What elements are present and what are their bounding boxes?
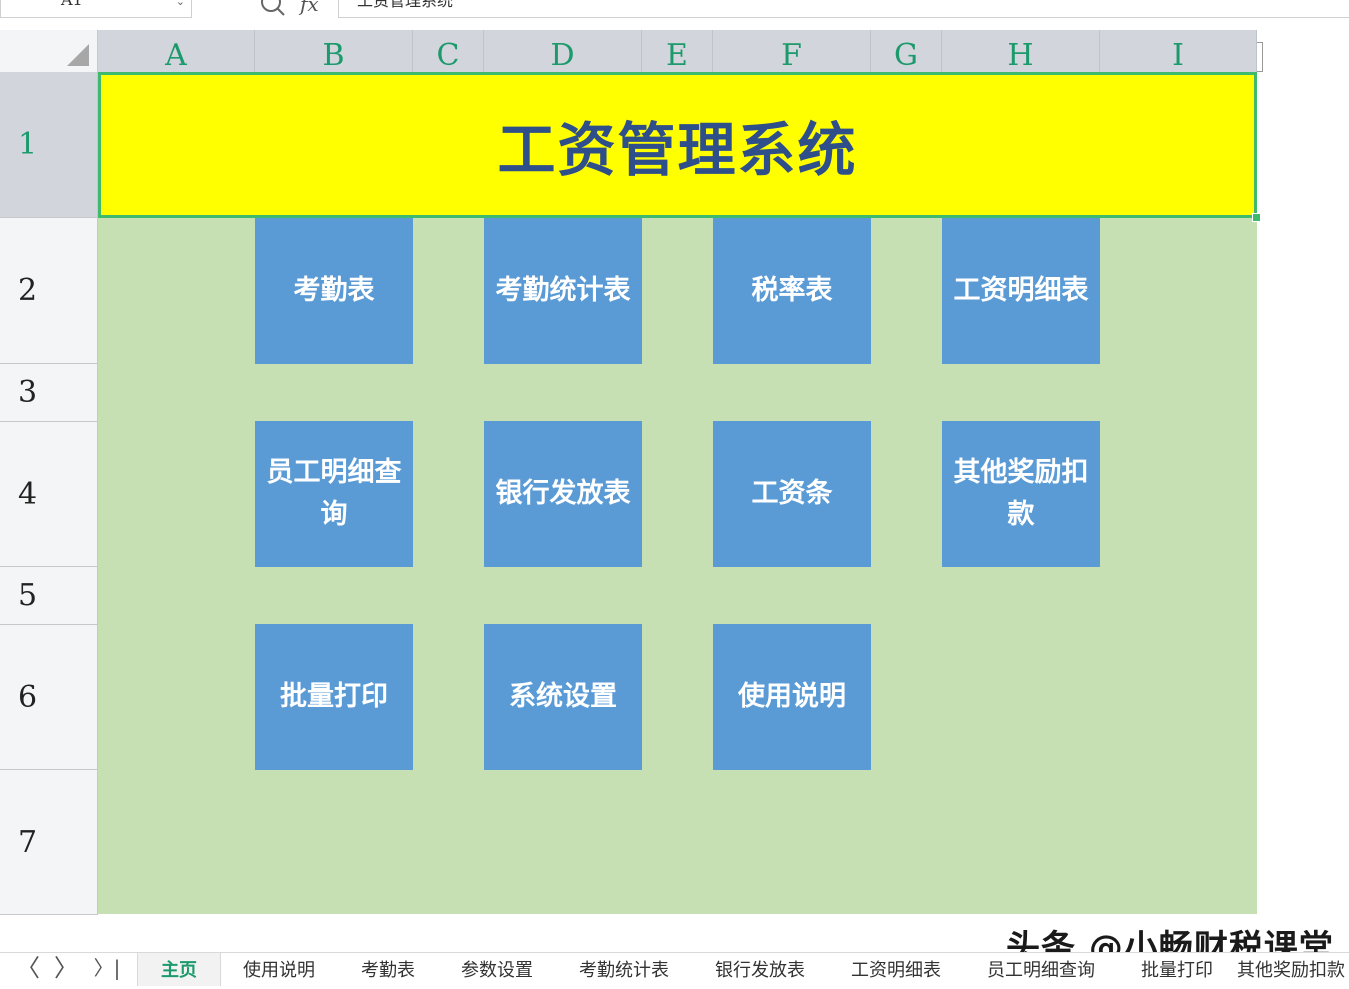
formula-bar: A1 ⌄ fx 工资管理系统 — [0, 0, 1349, 30]
last-sheet-icon[interactable]: 〉| — [90, 953, 124, 986]
tab-salary-detail[interactable]: 工资明细表 — [851, 953, 941, 986]
column-header-c[interactable]: C — [413, 30, 484, 73]
tab-batch-print[interactable]: 批量打印 — [1141, 953, 1213, 986]
column-header-e[interactable]: E — [642, 30, 713, 73]
tile-employee-query[interactable]: 员工明细查询 — [255, 421, 413, 567]
column-resize-edge[interactable] — [1257, 42, 1263, 72]
name-box-value: A1 — [61, 0, 83, 9]
tile-attendance[interactable]: 考勤表 — [255, 218, 413, 364]
tile-tax-rate[interactable]: 税率表 — [713, 218, 871, 364]
tile-system-settings[interactable]: 系统设置 — [484, 624, 642, 770]
tile-batch-print[interactable]: 批量打印 — [255, 624, 413, 770]
column-header-i[interactable]: I — [1100, 30, 1257, 73]
column-header-b[interactable]: B — [255, 30, 413, 73]
formula-input[interactable]: 工资管理系统 — [338, 0, 1349, 18]
tab-other-bonus-deduction[interactable]: 其他奖励扣款 — [1237, 953, 1345, 986]
row-header-1[interactable]: 1 — [0, 72, 98, 218]
row-header-3[interactable]: 3 — [0, 364, 98, 422]
column-header-g[interactable]: G — [871, 30, 942, 73]
select-all-icon — [67, 44, 89, 66]
row-header-5[interactable]: 5 — [0, 567, 98, 625]
column-header-d[interactable]: D — [484, 30, 642, 73]
tile-salary-detail[interactable]: 工资明细表 — [942, 218, 1100, 364]
sheet-tab-bar: 〈 〉 〉| 主页 使用说明 考勤表 参数设置 考勤统计表 银行发放表 工资明细… — [0, 952, 1349, 986]
tile-other-bonus-deduction[interactable]: 其他奖励扣款 — [942, 421, 1100, 567]
tab-instructions[interactable]: 使用说明 — [243, 953, 315, 986]
zoom-icon[interactable] — [258, 0, 286, 18]
column-header-f[interactable]: F — [713, 30, 871, 73]
tile-attendance-stats[interactable]: 考勤统计表 — [484, 218, 642, 364]
column-header-h[interactable]: H — [942, 30, 1100, 73]
fill-handle[interactable] — [1252, 213, 1261, 222]
tab-home[interactable]: 主页 — [137, 953, 221, 986]
name-box[interactable]: A1 ⌄ — [0, 0, 192, 18]
select-all-corner[interactable] — [0, 30, 98, 72]
tab-attendance-stats[interactable]: 考勤统计表 — [579, 953, 669, 986]
row-header-6[interactable]: 6 — [0, 625, 98, 770]
column-header-row: A B C D E F G H I — [98, 30, 1257, 73]
prev-sheet-icon[interactable]: 〈 — [14, 953, 42, 986]
row-header-2[interactable]: 2 — [0, 218, 98, 364]
chevron-down-icon[interactable]: ⌄ — [176, 0, 185, 10]
row-header-7[interactable]: 7 — [0, 770, 98, 915]
column-header-a[interactable]: A — [98, 30, 255, 73]
fx-icon[interactable]: fx — [300, 0, 319, 16]
title-cell[interactable]: 工资管理系统 — [98, 72, 1257, 218]
tab-employee-query[interactable]: 员工明细查询 — [987, 953, 1095, 986]
row-header-4[interactable]: 4 — [0, 422, 98, 567]
tile-bank-payment[interactable]: 银行发放表 — [484, 421, 642, 567]
next-sheet-icon[interactable]: 〉 — [52, 953, 80, 986]
tab-attendance[interactable]: 考勤表 — [361, 953, 415, 986]
tab-parameters[interactable]: 参数设置 — [461, 953, 533, 986]
tile-payslip[interactable]: 工资条 — [713, 421, 871, 567]
tab-bank-payment[interactable]: 银行发放表 — [715, 953, 805, 986]
tile-instructions[interactable]: 使用说明 — [713, 624, 871, 770]
